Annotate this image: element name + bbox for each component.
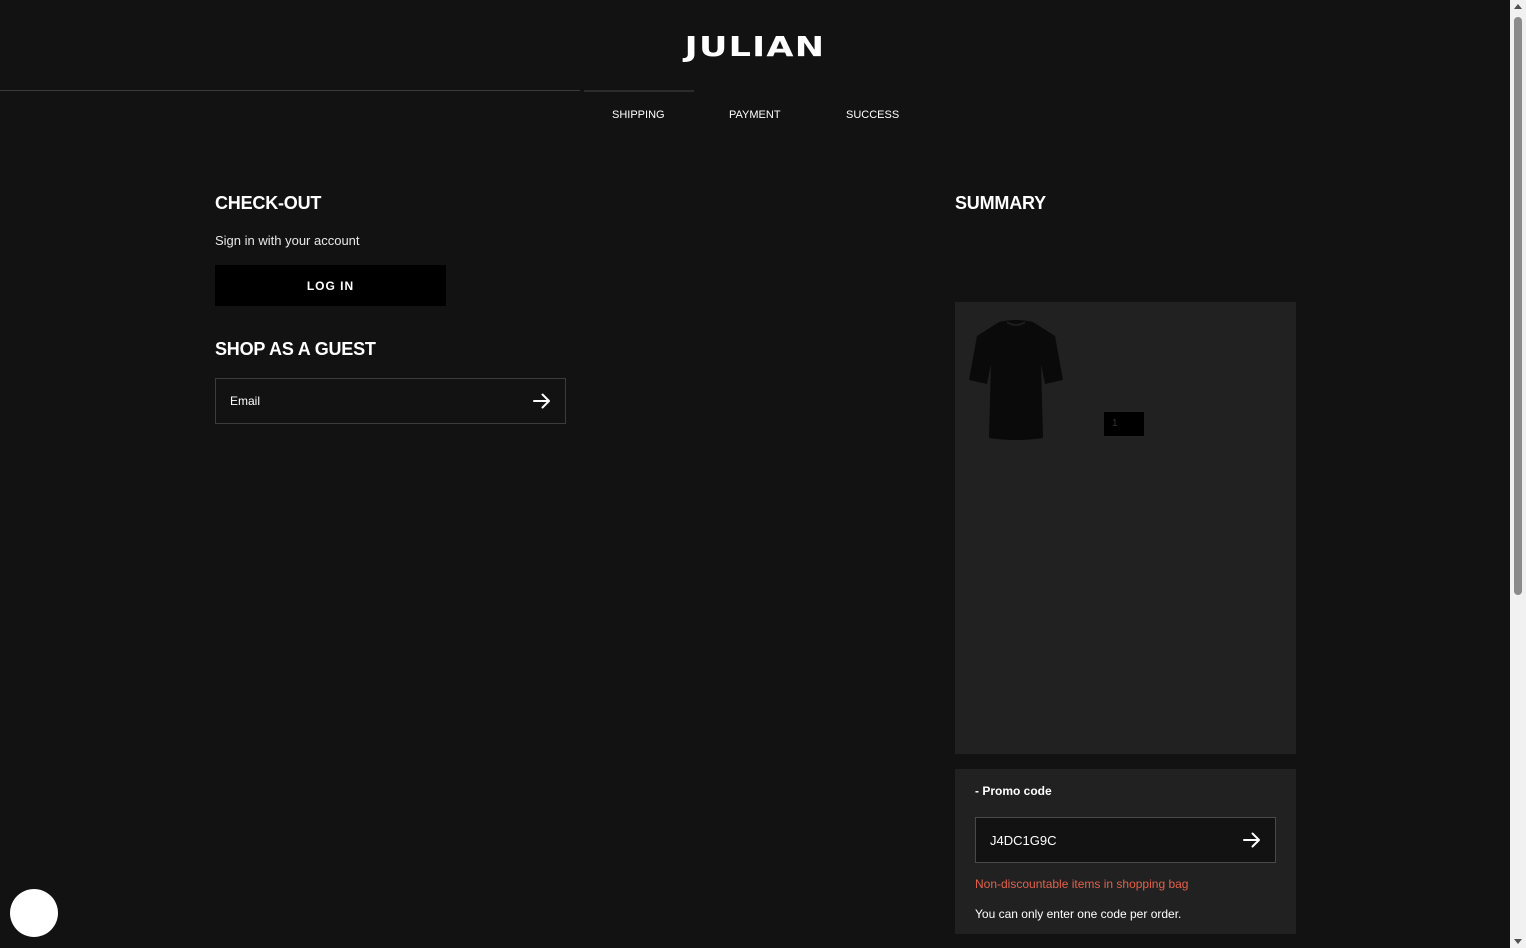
summary-panel: 1 bbox=[955, 302, 1296, 754]
tshirt-icon bbox=[969, 320, 1063, 440]
promo-error-message: Non-discountable items in shopping bag bbox=[975, 877, 1189, 891]
page-scrollbar[interactable] bbox=[1510, 0, 1526, 948]
step-payment[interactable]: PAYMENT bbox=[729, 109, 781, 121]
arrow-right-icon bbox=[1243, 832, 1260, 848]
email-field bbox=[215, 378, 566, 424]
scroll-thumb[interactable] bbox=[1514, 17, 1522, 595]
checkout-page: JULIAN SHIPPING PAYMENT SUCCESS CHECK-OU… bbox=[0, 0, 1510, 948]
progress-rule bbox=[0, 90, 580, 91]
promo-field bbox=[975, 817, 1276, 863]
email-submit-button[interactable] bbox=[531, 390, 553, 412]
arrow-right-icon bbox=[533, 393, 550, 409]
promo-submit-button[interactable] bbox=[1241, 829, 1263, 851]
checkout-title: CHECK-OUT bbox=[215, 193, 322, 213]
signin-text: Sign in with your account bbox=[215, 233, 360, 248]
email-input[interactable] bbox=[230, 379, 510, 423]
promo-note: You can only enter one code per order. bbox=[975, 907, 1182, 921]
quantity-badge[interactable]: 1 bbox=[1104, 412, 1144, 436]
step-shipping[interactable]: SHIPPING bbox=[612, 109, 665, 121]
summary-title: SUMMARY bbox=[955, 193, 1046, 213]
active-step-indicator bbox=[584, 90, 694, 92]
scroll-down-arrow-icon[interactable] bbox=[1514, 939, 1522, 944]
promo-toggle[interactable]: - Promo code bbox=[975, 784, 1052, 798]
chat-launcher-button[interactable] bbox=[10, 889, 58, 937]
product-image[interactable] bbox=[969, 318, 1063, 440]
login-button[interactable]: LOG IN bbox=[215, 265, 446, 306]
brand-logo[interactable]: JULIAN bbox=[0, 30, 1526, 63]
step-success[interactable]: SUCCESS bbox=[846, 109, 899, 121]
guest-title: SHOP AS A GUEST bbox=[215, 339, 376, 359]
scroll-up-arrow-icon[interactable] bbox=[1514, 4, 1522, 9]
promo-panel: - Promo code Non-discountable items in s… bbox=[955, 769, 1296, 934]
promo-code-input[interactable] bbox=[990, 818, 1270, 862]
